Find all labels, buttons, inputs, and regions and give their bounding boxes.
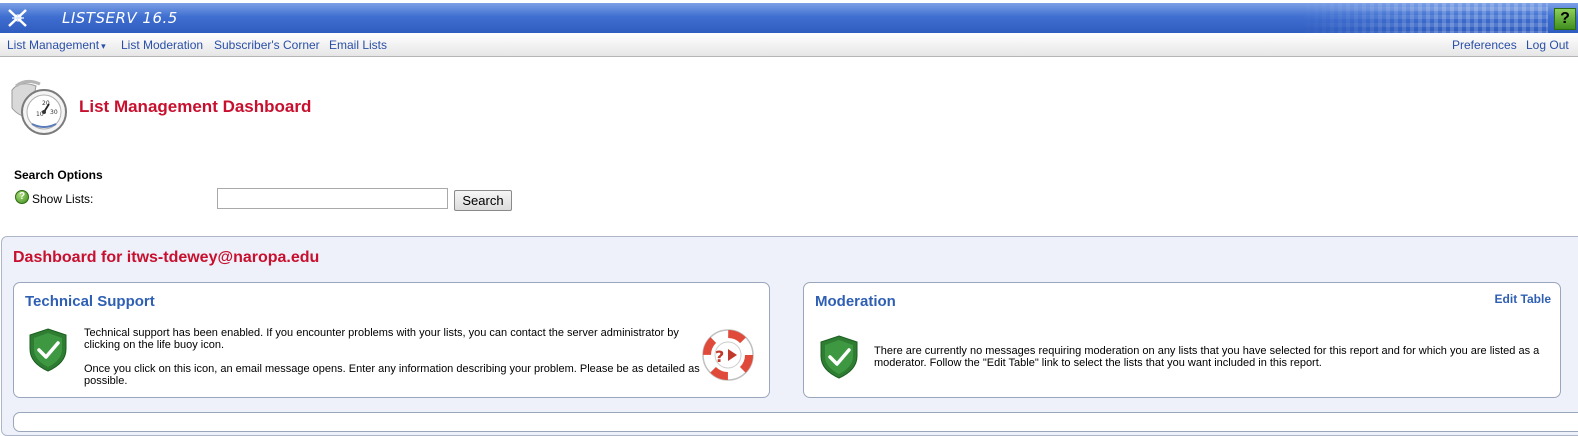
shield-check-icon <box>820 335 858 379</box>
nav-list-moderation[interactable]: List Moderation <box>121 38 203 52</box>
listserv-logo-icon <box>8 9 27 27</box>
nav-list-management[interactable]: List Management ▾ <box>7 38 106 52</box>
svg-text:?: ? <box>715 347 724 366</box>
search-button[interactable]: Search <box>454 190 512 211</box>
chevron-down-icon: ▾ <box>101 41 106 51</box>
nav-preferences[interactable]: Preferences <box>1452 38 1517 52</box>
show-lists-label: Show Lists: <box>32 192 94 206</box>
next-panel <box>13 412 1578 432</box>
moderation-panel: Moderation Edit Table There are currentl… <box>803 282 1561 398</box>
technical-support-title: Technical Support <box>25 293 155 310</box>
help-circle-icon[interactable]: ? <box>15 190 29 204</box>
shield-check-icon <box>29 328 67 372</box>
nav-log-out[interactable]: Log Out <box>1526 38 1569 52</box>
show-lists-input[interactable] <box>217 188 448 209</box>
dashboard-gauge-icon: 10 20 30 <box>11 79 67 135</box>
nav-subscribers-corner[interactable]: Subscriber's Corner <box>214 38 320 52</box>
main-nav: List Management ▾ List Moderation Subscri… <box>0 33 1578 57</box>
moderation-title: Moderation <box>815 293 896 310</box>
edit-table-link[interactable]: Edit Table <box>1495 292 1551 306</box>
technical-support-panel: Technical Support Technical support has … <box>13 282 770 398</box>
dashboard-section: Dashboard for itws-tdewey@naropa.edu Tec… <box>1 236 1578 436</box>
app-title: LISTSERV 16.5 <box>62 9 178 27</box>
life-buoy-icon[interactable]: ? <box>701 328 755 382</box>
nav-email-lists[interactable]: Email Lists <box>329 38 387 52</box>
banner-pattern <box>1298 3 1548 33</box>
dashboard-title: Dashboard for itws-tdewey@naropa.edu <box>13 249 320 266</box>
nav-list-management-label: List Management <box>7 38 100 52</box>
svg-text:30: 30 <box>50 109 58 116</box>
technical-support-text-1: Technical support has been enabled. If y… <box>84 327 679 351</box>
page-title: List Management Dashboard <box>79 97 312 116</box>
moderation-text: There are currently no messages requirin… <box>874 345 1540 369</box>
top-banner: LISTSERV 16.5 ? <box>0 3 1578 33</box>
help-button[interactable]: ? <box>1554 8 1576 30</box>
technical-support-text-2: Once you click on this icon, an email me… <box>84 363 700 387</box>
search-options-heading: Search Options <box>14 168 103 182</box>
